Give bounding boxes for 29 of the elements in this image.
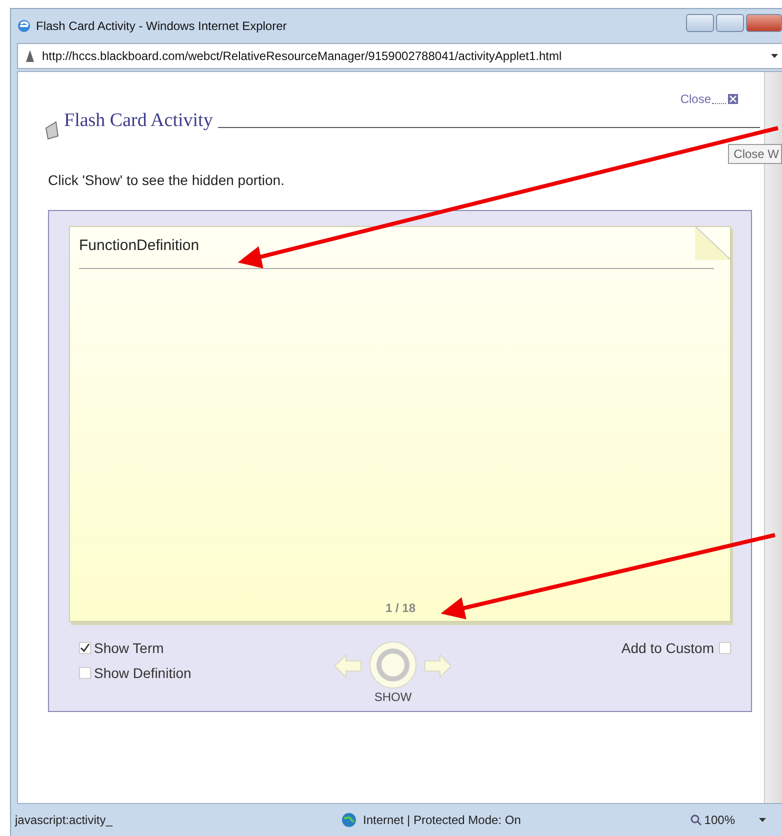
minimize-button[interactable]: [686, 14, 714, 32]
dropdown-arrow-icon[interactable]: [771, 54, 778, 58]
globe-icon: [341, 812, 357, 828]
folded-corner-icon: [695, 226, 731, 260]
magnifier-icon: [690, 814, 702, 826]
card-term: FunctionDefinition: [79, 237, 200, 254]
address-bar[interactable]: http://hccs.blackboard.com/webct/RelativeResourceManager/9159002788041/activityApplet1.html: [17, 43, 782, 69]
close-link[interactable]: Close: [680, 92, 711, 106]
status-text: javascript:activity_: [15, 813, 114, 827]
instruction-text: Click 'Show' to see the hidden portion.: [48, 172, 286, 188]
checkbox-label: Show Term: [94, 640, 164, 656]
checkbox-label: Show Definition: [94, 665, 192, 681]
url-text: http://hccs.blackboard.com/webct/RelativeResourceManager/9159002788041/activityApplet1.html: [42, 49, 562, 63]
zoom-control[interactable]: 100%: [690, 813, 735, 827]
security-zone-text: Internet | Protected Mode: On: [363, 813, 521, 827]
tooltip: Close W: [728, 144, 782, 164]
card-counter: 1 / 18: [385, 601, 416, 615]
dropdown-arrow-icon[interactable]: [759, 818, 766, 822]
browser-logo-icon: [17, 19, 31, 33]
close-button[interactable]: [746, 14, 782, 32]
page-icon: [24, 49, 36, 63]
checkbox[interactable]: [79, 642, 91, 654]
add-to-custom-checkbox[interactable]: [719, 642, 731, 654]
close-icon[interactable]: [728, 94, 738, 104]
window-title: Flash Card Activity - Windows Internet Explorer: [36, 19, 287, 33]
add-to-custom-label: Add to Custom: [621, 640, 714, 656]
maximize-button[interactable]: [716, 14, 744, 32]
scrollbar[interactable]: [764, 72, 782, 803]
activity-heading: Flash Card Activity: [64, 110, 213, 132]
